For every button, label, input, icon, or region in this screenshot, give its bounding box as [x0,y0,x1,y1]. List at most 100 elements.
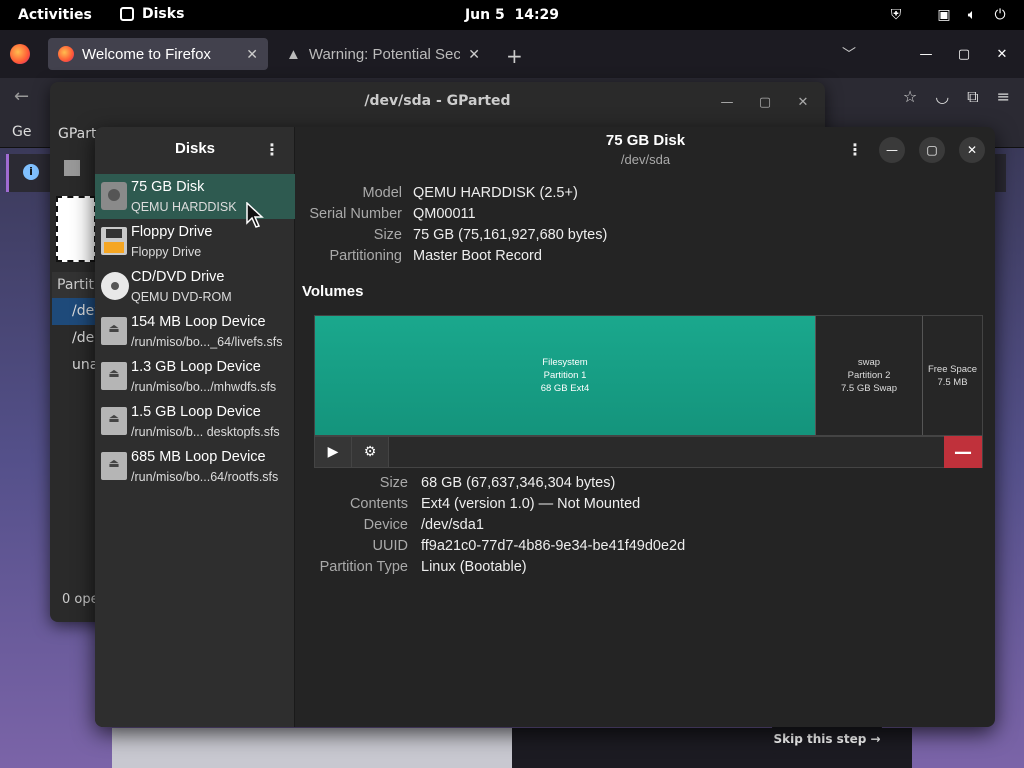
drive-name: CD/DVD Drive [131,269,225,285]
app-name: Disks [142,6,185,22]
close-icon[interactable]: ✕ [990,42,1014,66]
activities-button[interactable]: Activities [18,7,92,23]
top-bar: Activities Disks Jun 5 14:29 ⛨ ▣ 🔈︎ ⏻ [0,0,1024,30]
volume-icon[interactable]: 🔈︎ [964,7,980,23]
drive-subtitle: /run/miso/b... desktopfs.sfs [131,425,280,439]
chevron-down-icon[interactable]: ﹀ [842,44,856,64]
network-icon[interactable]: ▣ [936,7,952,23]
clock[interactable]: Jun 5 14:29 [465,7,559,23]
drive-subtitle: QEMU HARDDISK [131,200,237,214]
mouse-pointer-icon [246,202,264,228]
property-value: QM00011 [413,206,476,222]
app-menu[interactable]: Disks [120,6,184,22]
drive-item[interactable]: ⏏ 154 MB Loop Device /run/miso/bo..._64/… [95,309,295,354]
gparted-menu[interactable]: GPart [58,126,97,142]
mount-button[interactable]: ▶ [315,437,352,467]
new-tab-icon[interactable]: + [506,44,523,68]
status-text: 0 ope [62,592,99,607]
column-header[interactable]: Partiti [52,272,98,298]
bookmark-star-icon[interactable]: ☆ [903,87,917,107]
info-icon: i [23,164,39,180]
volume-type: swap [857,357,881,368]
drive-name: 685 MB Loop Device [131,449,266,465]
close-tab-icon[interactable]: ✕ [246,46,258,63]
window-title: /dev/sda - GParted [364,93,511,109]
minimize-button[interactable]: — [879,137,905,163]
close-icon[interactable]: ✕ [791,90,815,114]
extensions-icon[interactable]: ⧉ [967,87,978,107]
property-label: Size [373,227,402,243]
volume-properties: Size 68 GB (67,637,346,304 bytes) Content… [296,475,995,580]
volume-toolbar: ▶ ⚙ — [314,436,983,468]
warning-icon: ▲ [286,45,301,63]
tab-label: Warning: Potential Secu [308,45,461,63]
loop-device-icon: ⏏ [101,362,127,390]
drive-subtitle: QEMU DVD-ROM [131,290,232,304]
property-value: QEMU HARDDISK (2.5+) [413,185,578,201]
floppy-icon [101,227,127,255]
power-icon[interactable]: ⏻ [992,7,1008,23]
property-value: ff9a21c0-77d7-4b86-9e34-be41f49d0e2d [421,538,686,554]
menu-icon[interactable]: ≡ [997,87,1010,107]
volume-size: 68 GB Ext4 [540,383,590,394]
property-label: Contents [349,496,408,512]
close-button[interactable]: ✕ [959,137,985,163]
minimize-icon[interactable]: — [715,90,739,114]
volume-free-space[interactable]: Free Space 7.5 MB [922,316,982,435]
table-row[interactable]: una [52,352,98,379]
disk-details: 75 GB Disk /dev/sda ⋮ — ▢ ✕ Model QEMU HA… [296,127,995,727]
volume-map: Filesystem Partition 1 68 GB Ext4 swap P… [314,315,983,436]
partition-list: Partiti /dev /de una [52,272,103,379]
drive-item[interactable]: ⏏ 685 MB Loop Device /run/miso/bo...64/r… [95,444,295,489]
volume-partition-1[interactable]: Filesystem Partition 1 68 GB Ext4 [315,316,815,435]
maximize-button[interactable]: ▢ [919,137,945,163]
drive-item[interactable]: ⏏ 1.5 GB Loop Device /run/miso/b... desk… [95,399,295,444]
maximize-icon[interactable]: ▢ [952,42,976,66]
drive-item[interactable]: CD/DVD Drive QEMU DVD-ROM [95,264,295,309]
minimize-icon[interactable]: — [914,42,938,66]
property-value: 75 GB (75,161,927,680 bytes) [413,227,608,243]
disks-app-icon [120,7,134,21]
close-tab-icon[interactable]: ✕ [468,46,480,63]
property-label: Model [362,185,403,201]
drive-options-icon[interactable]: ⋮ [845,140,865,160]
back-arrow-icon[interactable]: ← [14,86,29,107]
clock-date: Jun 5 [464,7,505,23]
gear-icon[interactable]: ⚙ [352,437,389,467]
loop-device-icon: ⏏ [101,407,127,435]
volume-type: Free Space [927,363,978,375]
property-label: UUID [372,538,408,554]
drive-name: 75 GB Disk [131,179,205,195]
shield-icon[interactable]: ⛨ [888,7,904,23]
skip-step-button[interactable]: Skip this step → [772,724,882,754]
volumes-heading: Volumes [302,283,364,300]
table-row[interactable]: /de [52,325,96,352]
firefox-logo-icon[interactable] [10,44,30,64]
maximize-icon[interactable]: ▢ [753,90,777,114]
drive-subtitle: Floppy Drive [131,245,202,259]
property-value: Linux (Bootable) [421,559,527,575]
firefox-page-panel [112,728,512,768]
property-value: 68 GB (67,637,346,304 bytes) [421,475,616,491]
tab-warning[interactable]: ▲ Warning: Potential Secu ✕ [276,38,490,70]
table-row[interactable]: /dev [52,298,103,325]
property-label: Device [363,517,408,533]
pocket-icon[interactable]: ◡ [935,87,949,107]
volume-type: Filesystem [542,357,588,368]
bookmark-item[interactable]: Ge [12,124,31,140]
tab-welcome[interactable]: Welcome to Firefox ✕ [48,38,268,70]
new-partition-icon[interactable] [64,160,80,176]
drive-name: 154 MB Loop Device [131,314,266,330]
drive-item[interactable]: ⏏ 1.3 GB Loop Device /run/miso/bo.../mhw… [95,354,295,399]
property-value: Master Boot Record [413,248,542,264]
volume-partition-2[interactable]: swap Partition 2 7.5 GB Swap [815,316,922,435]
clock-time: 14:29 [514,7,560,23]
firefox-tab-strip: Welcome to Firefox ✕ ▲ Warning: Potentia… [0,30,1024,78]
delete-partition-button[interactable]: — [944,436,982,468]
partition-graphic[interactable] [56,196,96,262]
volume-size: 7.5 GB Swap [841,383,897,394]
kebab-menu-icon[interactable]: ⋮ [262,140,282,160]
drive-subtitle: /run/miso/bo.../mhwdfs.sfs [131,380,277,394]
property-label: Partition Type [319,559,408,575]
property-value: Ext4 (version 1.0) — Not Mounted [421,496,641,512]
